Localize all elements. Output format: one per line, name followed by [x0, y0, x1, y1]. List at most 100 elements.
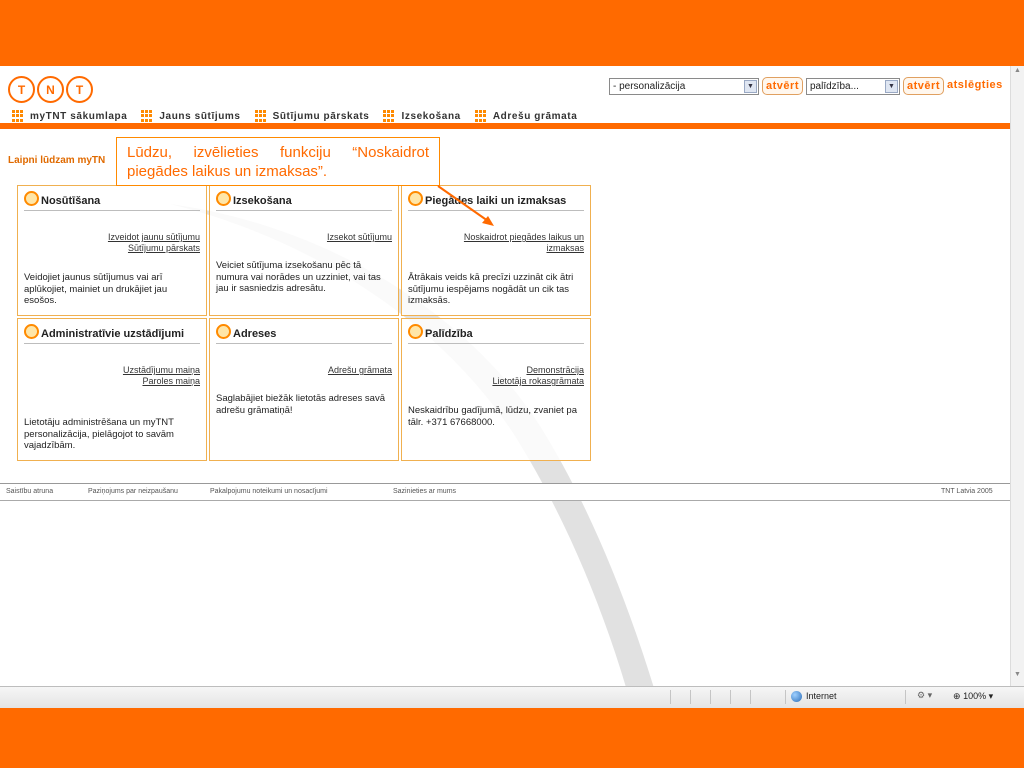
magnifier-icon: ⊕: [953, 691, 961, 701]
truck-icon: [24, 190, 39, 206]
status-cell: [730, 690, 731, 704]
status-cell: [905, 690, 906, 704]
panel-description: Veidojiet jaunus sūtījumus vai arī aplūk…: [24, 272, 168, 306]
panel-tracking: Izsekošana Izsekot sūtījumu Veiciet sūtī…: [209, 185, 399, 316]
user-manual-link[interactable]: Lietotāja rokasgrāmata: [492, 376, 584, 387]
panel-links: Adrešu grāmata: [328, 365, 392, 376]
panel-description: Neskaidrību gadījumā, lūdzu, zvaniet pa …: [408, 405, 577, 428]
welcome-heading: Laipni lūdzam myTN: [8, 155, 106, 166]
nav-item-label: Adrešu grāmata: [492, 110, 578, 122]
chevron-down-icon[interactable]: ▼: [744, 80, 757, 93]
footer-copyright: TNT Latvia 2005: [941, 488, 993, 495]
clock-icon: [408, 190, 423, 206]
security-zone-label: Internet: [806, 691, 837, 701]
dots-icon: [12, 110, 24, 122]
panel-links: Uzstādījumu maiņa Paroles maiņa: [123, 365, 200, 387]
panel-title-text: Adreses: [233, 328, 277, 340]
status-cell: [690, 690, 691, 704]
top-orange-band: [0, 0, 1024, 66]
globe-icon: [791, 691, 802, 702]
panel-description: Saglabājiet biežāk lietotās adreses savā…: [216, 393, 385, 416]
protected-mode-icon[interactable]: ⚙ ▾: [917, 690, 932, 701]
panel-description: Ātrākais veids kā precīzi uzzināt cik āt…: [408, 272, 574, 306]
nav-underline-bar: [0, 123, 1010, 129]
nav-item-tracking[interactable]: Izsekošana: [383, 110, 460, 122]
vertical-scrollbar[interactable]: ▲ ▼: [1010, 66, 1024, 686]
panel-links: Izveidot jaunu sūtījumu Sūtījumu pārskat…: [108, 232, 200, 254]
shipment-overview-link[interactable]: Sūtījumu pārskats: [108, 243, 200, 254]
nav-item-label: Jauns sūtījums: [159, 110, 241, 122]
status-cell: [785, 690, 786, 704]
scroll-down-icon[interactable]: ▼: [1012, 671, 1023, 684]
logo-letter: T: [66, 76, 93, 103]
zoom-level-value: 100%: [963, 691, 987, 701]
track-shipment-link[interactable]: Izsekot sūtījumu: [327, 232, 392, 243]
personalization-select-value: - personalizācija: [613, 81, 686, 92]
settings-icon: [24, 323, 39, 339]
panel-title: Piegādes laiki un izmaksas: [408, 190, 584, 211]
help-select[interactable]: palīdzība... ▼: [806, 78, 900, 95]
status-cell: [710, 690, 711, 704]
delivery-times-link[interactable]: Noskaidrot piegādes laikus un izmaksas: [434, 232, 584, 254]
dots-icon: [383, 110, 395, 122]
create-shipment-link[interactable]: Izveidot jaunu sūtījumu: [108, 232, 200, 243]
logout-link[interactable]: atslēgties: [947, 79, 1003, 91]
panel-title-text: Piegādes laiki un izmaksas: [425, 195, 567, 207]
chevron-down-icon: ▾: [988, 691, 994, 701]
panel-delivery-times: Piegādes laiki un izmaksas Noskaidrot pi…: [401, 185, 591, 316]
panel-title-text: Administratīvie uzstādījumi: [41, 328, 185, 340]
logo-letter: N: [37, 76, 64, 103]
address-book-link[interactable]: Adrešu grāmata: [328, 365, 392, 376]
instruction-callout: Lūdzu, izvēlieties funkciju “Noskaidrot …: [116, 137, 440, 186]
page-footer: Saistību atruna Paziņojums par neizpauša…: [0, 483, 1010, 501]
main-nav: myTNT sākumlapa Jauns sūtījums Sūtījumu …: [12, 109, 591, 123]
chevron-down-icon[interactable]: ▼: [885, 80, 898, 93]
open-button[interactable]: atvērt: [762, 77, 803, 95]
panel-description: Lietotāju administrēšana un myTNT person…: [24, 417, 174, 451]
panel-title: Adreses: [216, 323, 392, 344]
change-settings-link[interactable]: Uzstādījumu maiņa: [123, 365, 200, 376]
nav-item-label: myTNT sākumlapa: [30, 110, 128, 122]
panel-title: Nosūtīšana: [24, 190, 200, 211]
panel-help: Palīdzība Demonstrācija Lietotāja rokasg…: [401, 318, 591, 461]
nav-item-address-book[interactable]: Adrešu grāmata: [474, 110, 578, 122]
dots-icon: [474, 110, 487, 122]
nav-item-new-shipment[interactable]: Jauns sūtījums: [141, 110, 240, 122]
panel-title-text: Izsekošana: [233, 195, 292, 207]
nav-item-label: Sūtījumu pārskats: [272, 110, 370, 122]
panel-description: Veiciet sūtījuma izsekošanu pēc tā numur…: [216, 260, 381, 294]
panel-title-text: Nosūtīšana: [41, 195, 101, 207]
nav-item-home[interactable]: myTNT sākumlapa: [12, 110, 127, 122]
help-select-value: palīdzība...: [810, 81, 859, 92]
panel-links: Demonstrācija Lietotāja rokasgrāmata: [492, 365, 584, 387]
dots-icon: [141, 110, 153, 122]
nav-item-label: Izsekošana: [401, 110, 461, 122]
footer-link-contact[interactable]: Sazinieties ar mums: [393, 488, 456, 495]
panel-admin-settings: Administratīvie uzstādījumi Uzstādījumu …: [17, 318, 207, 461]
help-icon: [408, 323, 423, 339]
panel-addresses: Adreses Adrešu grāmata Saglabājiet biežā…: [209, 318, 399, 461]
panel-title: Administratīvie uzstādījumi: [24, 323, 200, 344]
browser-window: T N T - personalizācija ▼ atvērt palīdzī…: [0, 66, 1024, 708]
panel-title: Izsekošana: [216, 190, 392, 211]
logo-letter: T: [8, 76, 35, 103]
tnt-logo[interactable]: T N T: [8, 76, 95, 103]
personalization-select[interactable]: - personalizācija ▼: [609, 78, 759, 95]
bottom-orange-band: [0, 708, 1024, 768]
footer-link-terms[interactable]: Pakalpojumu noteikumi un nosacījumi: [210, 488, 328, 495]
zoom-level-control[interactable]: ⊕ 100% ▾: [953, 691, 993, 702]
dots-icon: [254, 110, 267, 122]
scroll-up-icon[interactable]: ▲: [1012, 67, 1023, 80]
status-cell: [750, 690, 751, 704]
nav-item-shipment-overview[interactable]: Sūtījumu pārskats: [254, 110, 370, 122]
status-cell: [670, 690, 671, 704]
magnifier-icon: [216, 190, 231, 206]
change-password-link[interactable]: Paroles maiņa: [123, 376, 200, 387]
open-button[interactable]: atvērt: [903, 77, 944, 95]
footer-link-disclaimer[interactable]: Saistību atruna: [6, 488, 53, 495]
demonstration-link[interactable]: Demonstrācija: [492, 365, 584, 376]
footer-link-privacy[interactable]: Paziņojums par neizpaušanu: [88, 488, 178, 495]
address-book-icon: [216, 323, 231, 339]
panel-links: Noskaidrot piegādes laikus un izmaksas: [434, 232, 584, 254]
panel-title: Palīdzība: [408, 323, 584, 344]
